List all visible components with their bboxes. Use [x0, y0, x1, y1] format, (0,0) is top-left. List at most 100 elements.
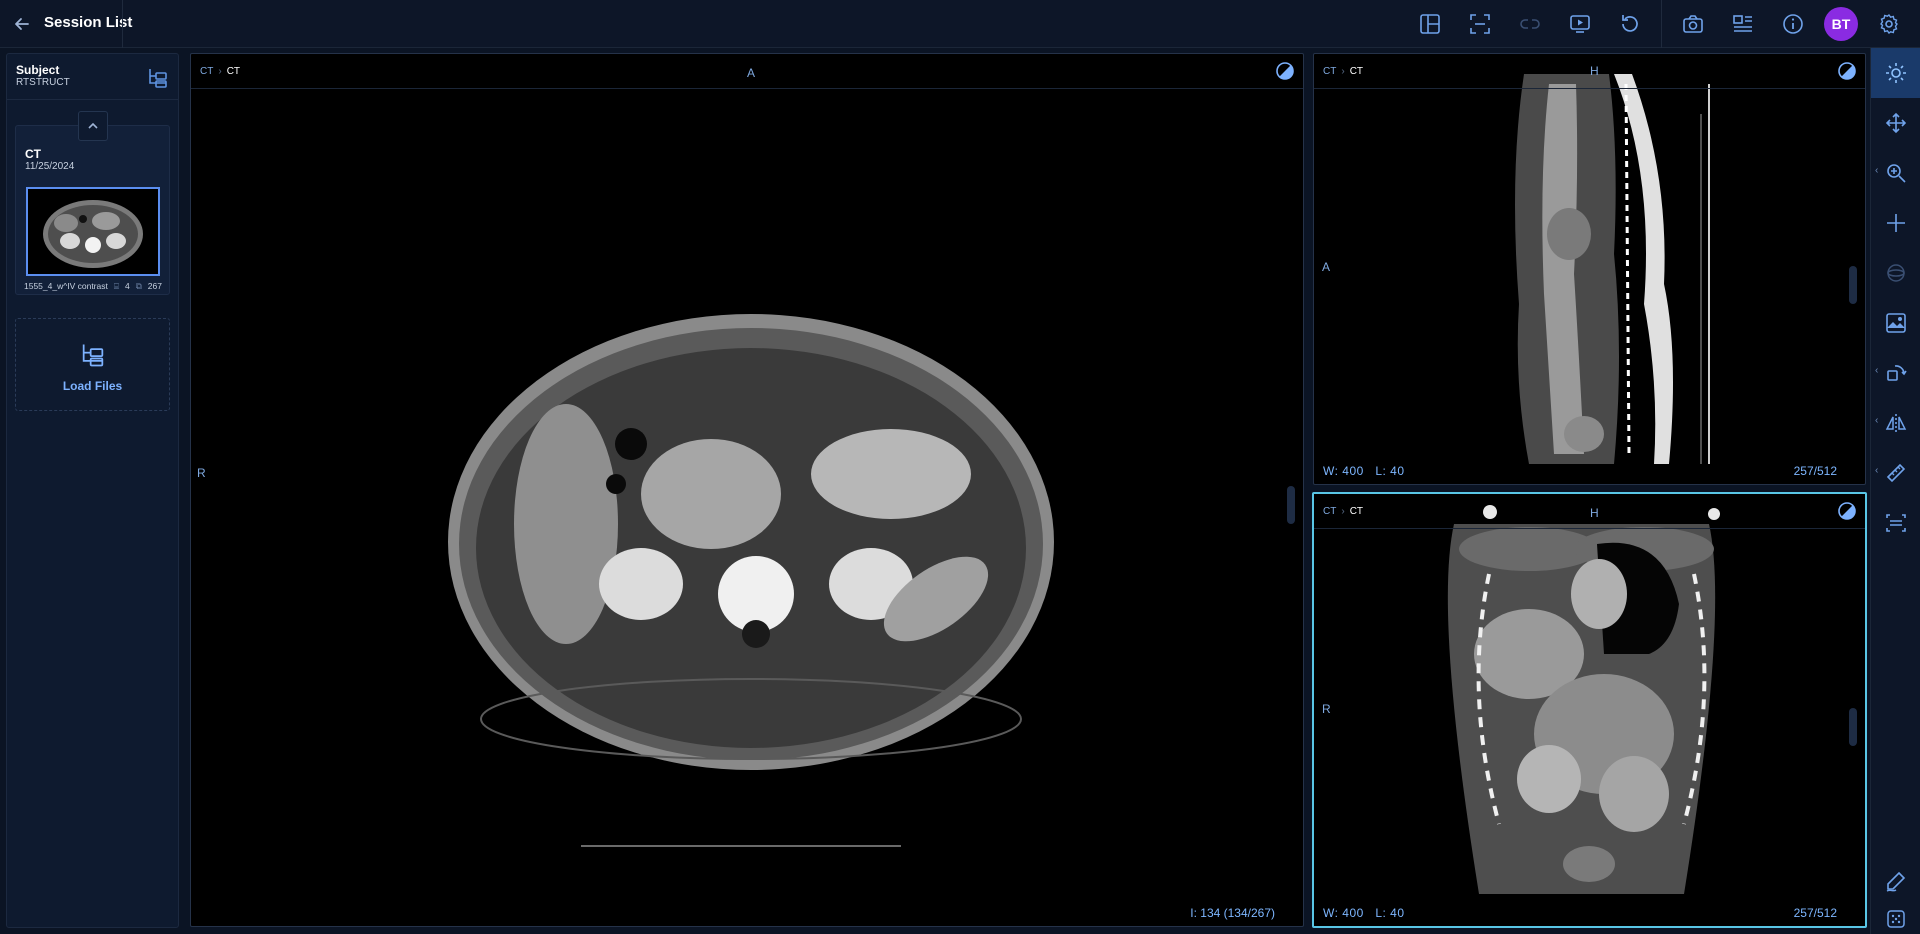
- move-icon: [1885, 112, 1907, 134]
- slice-info: 257/512: [1793, 464, 1837, 478]
- viewport-sagittal[interactable]: CT › CT H A W: 400 L: 40 257/512: [1313, 53, 1866, 485]
- breadcrumb-parent[interactable]: CT: [1323, 66, 1336, 77]
- cine-icon[interactable]: [1565, 9, 1595, 39]
- zoom-tool[interactable]: [1871, 148, 1920, 198]
- slice-info: 257/512: [1793, 906, 1837, 920]
- orientation-left: A: [1322, 260, 1331, 274]
- slice-scrollbar[interactable]: [1287, 486, 1295, 524]
- pen-icon: [1886, 871, 1906, 892]
- orientation-left: R: [197, 466, 206, 480]
- subject-subtitle: RTSTRUCT: [16, 77, 70, 88]
- breadcrumb: CT › CT: [200, 66, 240, 77]
- study-card[interactable]: CT 11/25/2024 1555_4_w^IV contrast ⌸ 4 ⧉…: [15, 125, 170, 295]
- tool-sidebar: ‹ ‹ ‹ ‹: [1870, 48, 1920, 934]
- image-count-icon: ⧉: [135, 281, 142, 291]
- study-browser-panel: Subject RTSTRUCT CT 11/25/2024 1555_4_w^…: [6, 53, 179, 928]
- load-files-icon[interactable]: [146, 66, 170, 90]
- image-adjust-tool[interactable]: [1871, 298, 1920, 348]
- collapse-button[interactable]: [78, 111, 108, 141]
- fullscreen-icon[interactable]: [1465, 9, 1495, 39]
- chevron-right-icon: ›: [1341, 66, 1345, 77]
- slice-scrollbar[interactable]: [1849, 266, 1857, 304]
- rotate-icon: [1887, 365, 1907, 381]
- window-value: W: 400: [1323, 906, 1364, 920]
- panels-icon[interactable]: [1728, 9, 1758, 39]
- sun-icon: [1886, 63, 1906, 83]
- info-icon[interactable]: [1778, 9, 1808, 39]
- window-level: W: 400 L: 40: [1323, 464, 1405, 478]
- viewport-coronal[interactable]: CT › CT H R W: 400 L: 40 257/512: [1312, 492, 1867, 928]
- crosshair-tool[interactable]: [1871, 198, 1920, 248]
- series-thumbnail[interactable]: [26, 187, 160, 276]
- contrast-icon[interactable]: [1837, 501, 1857, 521]
- grid-dots-icon: [1887, 910, 1905, 928]
- camera-icon[interactable]: [1678, 9, 1708, 39]
- orientation-left: R: [1322, 702, 1331, 716]
- viewport-axial[interactable]: CT › CT A R I: 134 (134/267): [190, 53, 1304, 927]
- ct-image-sagittal: [1515, 74, 1710, 464]
- window-value: W: 400: [1323, 464, 1364, 478]
- chevron-right-icon: ›: [1341, 506, 1345, 517]
- chevron-right-icon: ›: [218, 66, 222, 77]
- breadcrumb-current: CT: [1349, 506, 1364, 517]
- scan-icon: [1886, 514, 1906, 532]
- 3d-rotate-tool[interactable]: [1871, 248, 1920, 298]
- page-title[interactable]: Session List: [44, 14, 132, 31]
- level-value: L: 40: [1375, 464, 1405, 478]
- series-count: 4: [124, 281, 130, 291]
- panel-divider: [7, 99, 178, 100]
- avatar[interactable]: BT: [1824, 7, 1858, 41]
- level-value: L: 40: [1375, 906, 1405, 920]
- chevron-up-icon: [88, 122, 98, 129]
- contrast-icon[interactable]: [1275, 61, 1295, 81]
- flip-tool[interactable]: [1871, 398, 1920, 448]
- ruler-icon: [1886, 463, 1906, 483]
- load-files-button[interactable]: Load Files: [15, 318, 170, 411]
- settings-icon[interactable]: [1874, 9, 1904, 39]
- breadcrumb-parent[interactable]: CT: [200, 66, 213, 77]
- breadcrumb-current: CT: [226, 66, 241, 77]
- segment-tool[interactable]: [1871, 498, 1920, 548]
- back-arrow-icon[interactable]: [8, 10, 36, 38]
- window-level-tool[interactable]: [1871, 48, 1920, 98]
- contrast-icon[interactable]: [1837, 61, 1857, 81]
- draw-tool[interactable]: [1871, 856, 1920, 906]
- top-bar: Session List BT: [0, 0, 1920, 48]
- load-files-label: Load Files: [62, 379, 123, 393]
- zoom-in-icon: [1887, 164, 1906, 183]
- slice-info: I: 134 (134/267): [1190, 906, 1275, 920]
- breadcrumb: CT › CT: [1323, 506, 1363, 517]
- series-count-icon: ⌸: [113, 281, 119, 291]
- orientation-top: H: [1590, 506, 1599, 520]
- breadcrumb: CT › CT: [1323, 66, 1363, 77]
- image-count: 267: [147, 281, 162, 291]
- ct-image-axial: [448, 314, 1054, 847]
- load-files-icon: [79, 341, 107, 369]
- series-name: 1555_4_w^IV contrast: [24, 281, 108, 291]
- image-icon: [1886, 313, 1906, 333]
- subject-title: Subject: [16, 63, 60, 77]
- breadcrumb-current: CT: [1349, 66, 1364, 77]
- sphere-icon: [1887, 264, 1905, 282]
- window-level: W: 400 L: 40: [1323, 906, 1405, 920]
- ct-image-coronal: [1447, 505, 1720, 894]
- study-date: 11/25/2024: [25, 161, 75, 172]
- breadcrumb-parent[interactable]: CT: [1323, 506, 1336, 517]
- reset-icon[interactable]: [1615, 9, 1645, 39]
- pattern-tool[interactable]: [1871, 904, 1920, 934]
- layout-icon[interactable]: [1415, 9, 1445, 39]
- top-toolbar: BT: [1405, 0, 1914, 48]
- series-meta: 1555_4_w^IV contrast ⌸ 4 ⧉ 267: [24, 281, 162, 292]
- orientation-top: A: [747, 66, 756, 80]
- rotate-tool[interactable]: [1871, 348, 1920, 398]
- slice-scrollbar[interactable]: [1849, 708, 1857, 746]
- toolbar-separator: [1661, 0, 1662, 48]
- title-divider: [122, 0, 123, 48]
- crosshair-icon: [1887, 214, 1905, 232]
- link-icon[interactable]: [1515, 9, 1545, 39]
- flip-icon: [1885, 414, 1907, 432]
- orientation-top: H: [1590, 64, 1599, 78]
- pan-tool[interactable]: [1871, 98, 1920, 148]
- measure-tool[interactable]: [1871, 448, 1920, 498]
- study-modality: CT: [25, 147, 41, 161]
